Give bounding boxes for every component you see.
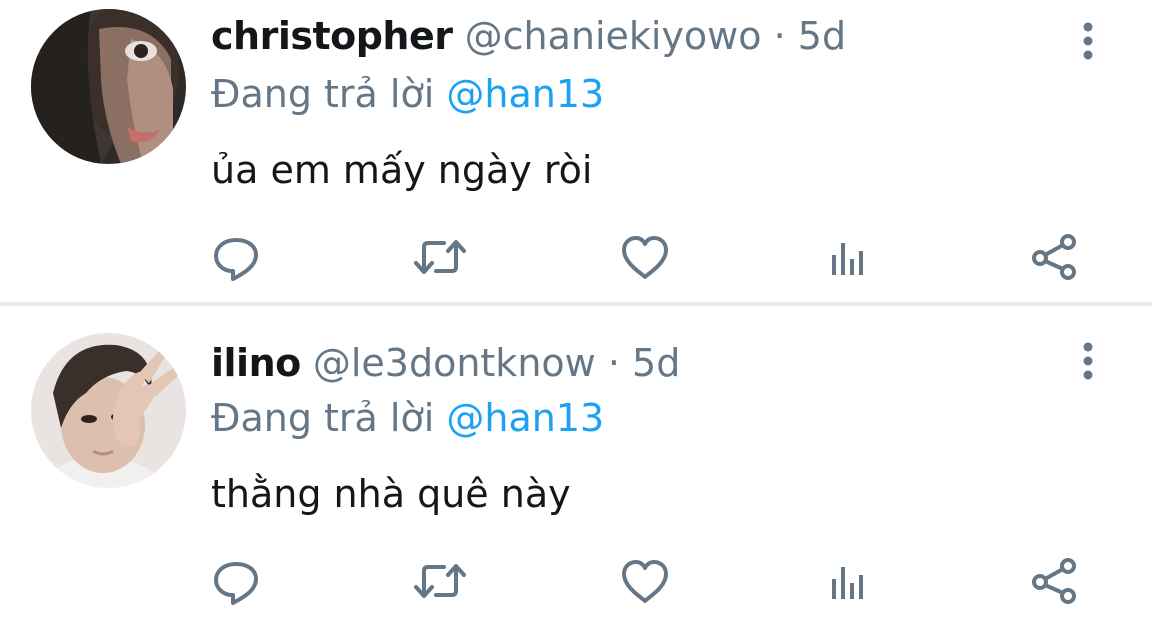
replying-to-label: Đang trả lời	[211, 72, 435, 116]
reply-icon	[214, 562, 258, 605]
like-icon	[622, 560, 668, 603]
user-handle[interactable]: @chaniekiyowo	[465, 14, 762, 58]
share-icon	[1032, 234, 1076, 280]
timestamp[interactable]: 5d	[632, 341, 680, 385]
more-options-button[interactable]	[1066, 8, 1110, 68]
tweet[interactable]: christopher @chaniekiyowo · 5d Đang trả …	[0, 0, 1152, 303]
reply-button[interactable]	[206, 227, 266, 287]
display-name[interactable]: ilino	[211, 341, 301, 385]
share-icon	[1032, 558, 1076, 604]
separator-dot: ·	[773, 14, 786, 58]
retweet-button[interactable]	[410, 551, 470, 611]
replying-to-label: Đang trả lời	[211, 396, 435, 440]
replying-to: Đang trả lời @han13	[211, 390, 604, 446]
more-vertical-icon	[1083, 22, 1093, 60]
like-button[interactable]	[615, 551, 675, 611]
separator-dot: ·	[607, 341, 620, 385]
reply-mention-link[interactable]: @han13	[446, 72, 604, 116]
timestamp[interactable]: 5d	[798, 14, 846, 58]
analytics-button[interactable]	[820, 227, 880, 287]
analytics-button[interactable]	[820, 551, 880, 611]
tweet-text: thằng nhà quê này	[211, 472, 571, 516]
retweet-icon	[414, 240, 466, 274]
like-button[interactable]	[615, 227, 675, 287]
more-vertical-icon	[1083, 342, 1093, 380]
retweet-button[interactable]	[410, 227, 470, 287]
analytics-icon	[832, 567, 863, 599]
tweet-text: ủa em mấy ngày ròi	[211, 148, 593, 192]
tweet[interactable]: ilino @le3dontknow · 5d Đang trả lời @ha…	[0, 306, 1152, 624]
replying-to: Đang trả lời @han13	[211, 66, 604, 122]
user-handle[interactable]: @le3dontknow	[313, 341, 596, 385]
reply-mention-link[interactable]: @han13	[446, 396, 604, 440]
reply-button[interactable]	[206, 551, 266, 611]
like-icon	[622, 236, 668, 279]
more-options-button[interactable]	[1066, 328, 1110, 388]
avatar[interactable]	[31, 9, 186, 164]
user-avatar-dark-photo	[31, 9, 186, 164]
user-avatar-peace-sign-photo	[31, 333, 186, 488]
tweet-actions	[0, 227, 1152, 287]
tweet-header: christopher @chaniekiyowo · 5d	[211, 6, 846, 66]
share-button[interactable]	[1024, 551, 1084, 611]
display-name[interactable]: christopher	[211, 14, 453, 58]
tweet-header: ilino @le3dontknow · 5d	[211, 333, 680, 393]
retweet-icon	[414, 564, 466, 598]
tweet-actions	[0, 551, 1152, 611]
reply-icon	[214, 238, 258, 281]
avatar[interactable]	[31, 333, 186, 488]
analytics-icon	[832, 243, 863, 275]
share-button[interactable]	[1024, 227, 1084, 287]
